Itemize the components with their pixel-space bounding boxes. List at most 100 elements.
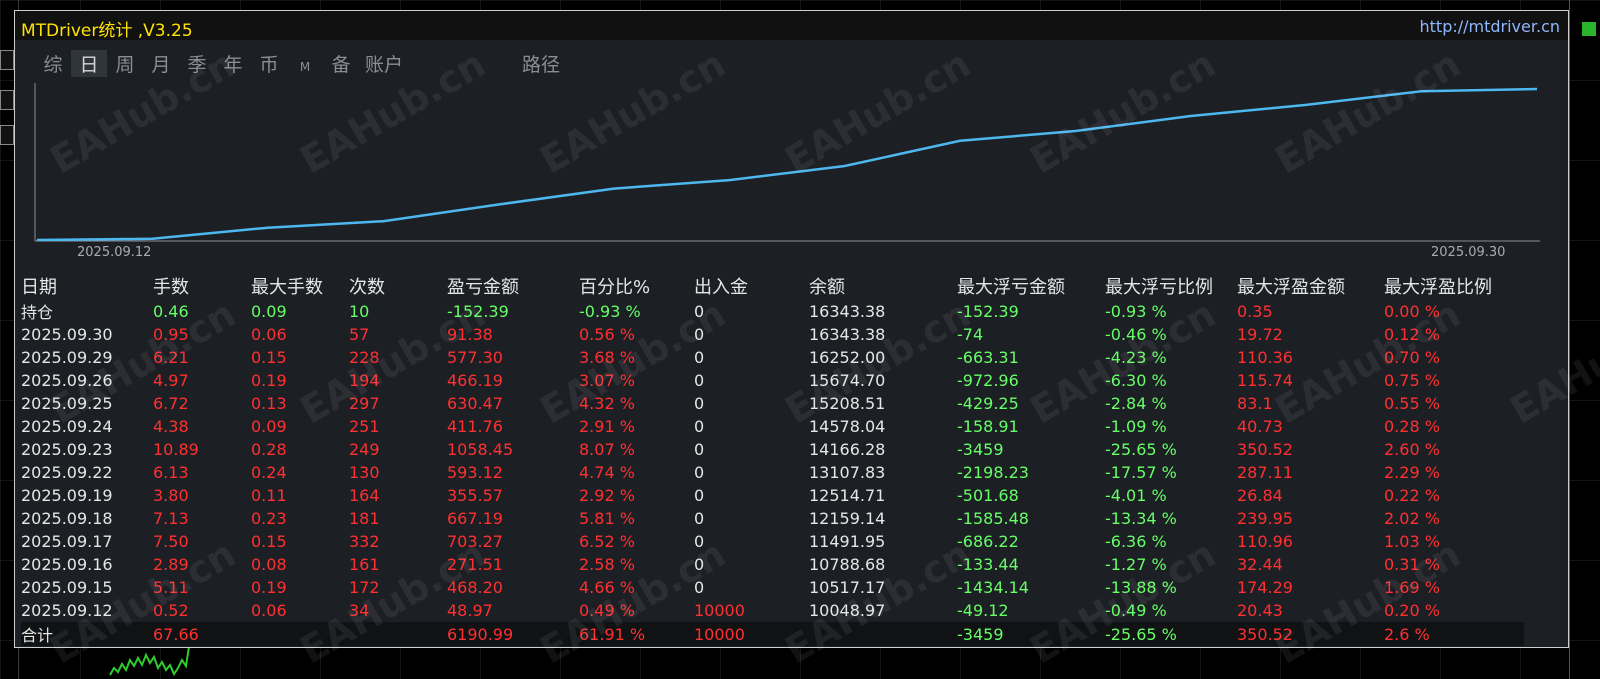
cell-max-floating-loss: -1434.14 [957,578,1029,597]
table-row: 2025.09.24 4.38 0.09 251 411.76 2.91 % 0 14578.… [21,415,1524,438]
table-row: 2025.09.25 6.72 0.13 297 630.47 4.32 % 0 15208.… [21,392,1524,415]
cell-balance: 11491.95 [809,532,886,551]
cell-max-floating-loss-pct: -17.57 % [1105,463,1177,482]
cell-max-lots: 0.09 [251,301,287,321]
cell-max-floating-profit: 287.11 [1237,463,1293,482]
header-deposit-withdraw[interactable]: 出入金 [694,273,809,299]
cell-max-lots: 0.08 [251,555,287,574]
cell-lots: 7.50 [153,532,189,551]
cell-percent: 2.58 % [579,555,635,574]
cell-max-floating-loss: -158.91 [957,417,1019,436]
tab-summary[interactable]: 综 [35,50,71,77]
tab-daily[interactable]: 日 [71,50,107,77]
balance-line [36,87,1538,242]
cell-deposit-withdraw: 0 [694,463,705,482]
tab-account[interactable]: 账户 [359,50,409,77]
cell-max-floating-profit: 83.1 [1237,394,1273,413]
cell-max-floating-profit-pct: 0.70 % [1384,348,1440,367]
cell-max-floating-profit-pct: 0.55 % [1384,394,1440,413]
cell-max-floating-loss-pct: -1.09 % [1105,417,1167,436]
cell-max-floating-profit-pct: 0.75 % [1384,371,1440,390]
cell-percent: 61.91 % [579,622,694,646]
header-date[interactable]: 日期 [21,273,153,299]
header-max-floating-profit-pct[interactable]: 最大浮盈比例 [1384,273,1524,299]
cell-max-floating-loss-pct: -13.88 % [1105,578,1177,597]
tab-weekly[interactable]: 周 [107,50,143,77]
position-row: 持仓 0.46 0.09 10 -152.39 -0.93 % 0 16343.… [21,299,1524,323]
cell-max-floating-profit-pct: 2.02 % [1384,509,1440,528]
cell-count: 249 [349,440,380,459]
cell-date: 2025.09.25 [21,394,113,413]
header-percent[interactable]: 百分比% [579,273,694,299]
cell-lots: 3.80 [153,486,189,505]
cell-deposit-withdraw: 0 [694,371,705,390]
cell-date: 持仓 [21,303,54,322]
cell-profit-loss: 468.20 [447,578,503,597]
cell-max-floating-profit: 115.74 [1237,371,1293,390]
balance-chart-svg [34,83,1540,242]
header-profit-loss[interactable]: 盈亏金额 [447,273,579,299]
cell-max-floating-profit: 239.95 [1237,509,1293,528]
cell-deposit-withdraw: 0 [694,486,705,505]
cell-max-floating-loss-pct: -13.34 % [1105,509,1177,528]
cell-date: 2025.09.26 [21,371,113,390]
cell-deposit-withdraw: 0 [694,394,705,413]
cell-max-lots: 0.06 [251,601,287,620]
toolbar-button[interactable] [0,50,14,70]
tab-path[interactable]: 路径 [511,50,571,77]
website-link[interactable]: http://mtdriver.cn [1420,17,1561,36]
cell-date: 2025.09.16 [21,555,113,574]
cell-max-lots: 0.13 [251,394,287,413]
header-max-floating-loss-pct[interactable]: 最大浮亏比例 [1105,273,1237,299]
cell-max-floating-loss-pct: -25.65 % [1105,440,1177,459]
tab-currency[interactable]: 币 [251,50,287,77]
cell-max-floating-loss: -2198.23 [957,463,1029,482]
tab-yearly[interactable]: 年 [215,50,251,77]
cell-deposit-withdraw: 0 [694,578,705,597]
header-max-floating-profit[interactable]: 最大浮盈金额 [1237,273,1384,299]
cell-date: 2025.09.29 [21,348,113,367]
cell-profit-loss: 48.97 [447,601,493,620]
cell-max-lots: 0.15 [251,532,287,551]
cell-lots: 4.38 [153,417,189,436]
toolbar-button[interactable] [0,125,14,145]
cell-max-floating-profit-pct: 1.03 % [1384,532,1440,551]
cell-profit-loss: 667.19 [447,509,503,528]
header-count[interactable]: 次数 [349,273,447,299]
tab-m[interactable]: M [287,60,323,74]
cell-date: 2025.09.18 [21,509,113,528]
cell-count: 297 [349,394,380,413]
header-lots[interactable]: 手数 [153,273,251,299]
cell-max-floating-loss-pct: -4.01 % [1105,486,1167,505]
cell-count: 161 [349,555,380,574]
cell-max-lots [251,622,349,646]
header-max-floating-loss[interactable]: 最大浮亏金额 [957,273,1105,299]
balance-chart [25,83,1555,273]
tab-quarterly[interactable]: 季 [179,50,215,77]
tab-monthly[interactable]: 月 [143,50,179,77]
cell-profit-loss: 577.30 [447,348,503,367]
cell-max-lots: 0.11 [251,486,287,505]
table-row: 2025.09.18 7.13 0.23 181 667.19 5.81 % 0 12159.… [21,507,1524,530]
toolbar-button[interactable] [0,90,14,110]
header-balance[interactable]: 余额 [809,273,957,299]
tab-notes[interactable]: 备 [323,50,359,77]
cell-max-floating-profit: 110.36 [1237,348,1293,367]
cell-count: 10 [349,301,370,321]
cell-max-lots: 0.23 [251,509,287,528]
cell-date: 2025.09.24 [21,417,113,436]
cell-lots: 10.89 [153,440,199,459]
cell-deposit-withdraw: 0 [694,555,705,574]
cell-max-floating-loss: -501.68 [957,486,1019,505]
cell-max-floating-profit: 26.84 [1237,486,1283,505]
cell-max-floating-profit-pct: 2.60 % [1384,440,1440,459]
header-max-lots[interactable]: 最大手数 [251,273,349,299]
cell-max-floating-profit: 110.96 [1237,532,1293,551]
cell-date: 2025.09.23 [21,440,113,459]
cell-balance: 10048.97 [809,601,886,620]
cell-max-floating-profit-pct: 0.22 % [1384,486,1440,505]
table-row: 2025.09.23 10.89 0.28 249 1058.45 8.07 % 0 1416… [21,438,1524,461]
cell-profit-loss: 703.27 [447,532,503,551]
cell-max-lots: 0.19 [251,578,287,597]
statistics-table: 日期 手数 最大手数 次数 盈亏金额 百分比% 出入金 余额 最大浮亏金额 最大… [21,273,1524,646]
